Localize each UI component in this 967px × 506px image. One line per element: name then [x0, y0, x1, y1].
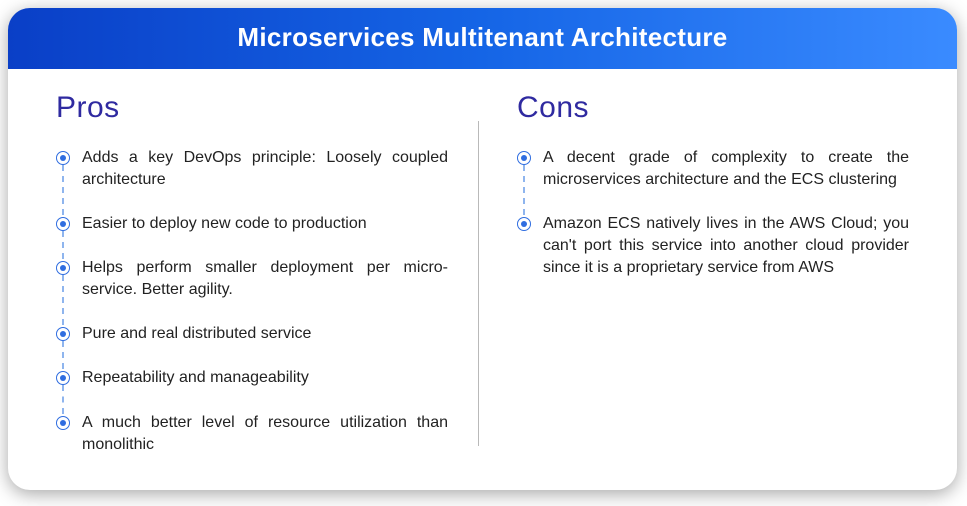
list-item: Adds a key DevOps principle: Loosely cou… — [56, 147, 448, 191]
list-item: Easier to deploy new code to production — [56, 213, 448, 235]
list-item: Helps perform smaller deployment per mic… — [56, 257, 448, 301]
cons-column: Cons A decent grade of complexity to cre… — [479, 91, 913, 456]
cons-heading: Cons — [517, 91, 909, 125]
pros-heading: Pros — [56, 91, 448, 125]
pros-column: Pros Adds a key DevOps principle: Loosel… — [52, 91, 478, 456]
list-item: Repeatability and manageability — [56, 367, 448, 389]
list-item: A decent grade of complexity to create t… — [517, 147, 909, 191]
list-item-text: Repeatability and manageability — [82, 369, 309, 386]
list-item-text: Amazon ECS natively lives in the AWS Clo… — [543, 215, 909, 276]
list-item-text: Helps perform smaller deployment per mic… — [82, 259, 448, 298]
list-item: A much better level of resource utilizat… — [56, 412, 448, 456]
cons-list: A decent grade of complexity to create t… — [517, 147, 909, 279]
list-item-text: Pure and real distributed service — [82, 325, 311, 342]
list-item-text: Adds a key DevOps principle: Loosely cou… — [82, 149, 448, 188]
list-item-text: Easier to deploy new code to production — [82, 215, 367, 232]
list-item-text: A decent grade of complexity to create t… — [543, 149, 909, 188]
list-item: Pure and real distributed service — [56, 323, 448, 345]
pros-list: Adds a key DevOps principle: Loosely cou… — [56, 147, 448, 456]
card-body: Pros Adds a key DevOps principle: Loosel… — [8, 69, 957, 490]
list-item-text: A much better level of resource utilizat… — [82, 414, 448, 453]
list-item: Amazon ECS natively lives in the AWS Clo… — [517, 213, 909, 279]
card-title: Microservices Multitenant Architecture — [8, 8, 957, 69]
architecture-card: Microservices Multitenant Architecture P… — [8, 8, 957, 490]
